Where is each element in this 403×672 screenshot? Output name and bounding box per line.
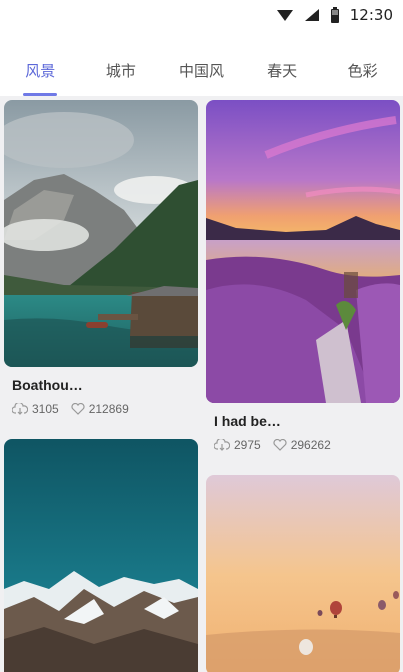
tab-chinese-style[interactable]: 中国风 xyxy=(161,48,242,94)
download-count: 3105 xyxy=(12,402,59,416)
wallpaper-card[interactable] xyxy=(4,439,198,672)
cloud-download-icon xyxy=(12,403,28,415)
like-count: 296262 xyxy=(273,438,331,452)
tab-label: 中国风 xyxy=(178,62,224,80)
tab-label: 城市 xyxy=(105,62,136,80)
battery-icon xyxy=(330,7,339,23)
wallpaper-stats: 3105 212869 xyxy=(12,401,198,417)
category-tabs: 风景 城市 中国风 春天 色彩 xyxy=(0,48,403,96)
wifi-icon xyxy=(276,10,293,21)
wallpaper-title: Boathou… xyxy=(12,377,83,393)
status-icons: 12:30 xyxy=(276,6,393,24)
like-count-value: 212869 xyxy=(88,402,129,416)
tab-label: 色彩 xyxy=(347,62,378,80)
tab-label: 春天 xyxy=(267,62,298,80)
wallpaper-title: I had be… xyxy=(214,413,281,429)
wallpaper-card[interactable]: I had be… 2975 296262 xyxy=(206,100,400,453)
wallpaper-image-hot-air-balloons[interactable] xyxy=(206,475,400,672)
grid-column-right: I had be… 2975 296262 xyxy=(206,96,400,672)
tab-city[interactable]: 城市 xyxy=(81,48,162,94)
download-count: 2975 xyxy=(214,438,261,452)
wallpaper-grid: Boathou… 3105 212869 I had be… 2975 2962… xyxy=(0,96,403,672)
wallpaper-image-lavender-lake[interactable] xyxy=(206,100,400,403)
grid-column-left: Boathou… 3105 212869 xyxy=(4,96,198,672)
like-count-value: 296262 xyxy=(290,438,331,452)
wallpaper-image-boathouse[interactable] xyxy=(4,100,198,367)
cellular-signal-icon xyxy=(304,9,319,21)
wallpaper-stats: 2975 296262 xyxy=(214,437,400,453)
like-count: 212869 xyxy=(71,402,129,416)
wallpaper-card[interactable]: Boathou… 3105 212869 xyxy=(4,100,198,417)
status-bar: 12:30 xyxy=(0,0,403,30)
cloud-download-icon xyxy=(214,439,230,451)
heart-icon[interactable] xyxy=(71,403,85,415)
wallpaper-image-snowy-mountains[interactable] xyxy=(4,439,198,672)
tab-colors[interactable]: 色彩 xyxy=(322,48,403,94)
tab-label: 风景 xyxy=(25,62,56,80)
tab-scenery[interactable]: 风景 xyxy=(0,48,81,96)
heart-icon[interactable] xyxy=(273,439,287,451)
status-time: 12:30 xyxy=(349,6,393,24)
download-count-value: 3105 xyxy=(32,402,59,416)
wallpaper-card[interactable] xyxy=(206,475,400,672)
tab-spring[interactable]: 春天 xyxy=(242,48,323,94)
download-count-value: 2975 xyxy=(234,438,261,452)
